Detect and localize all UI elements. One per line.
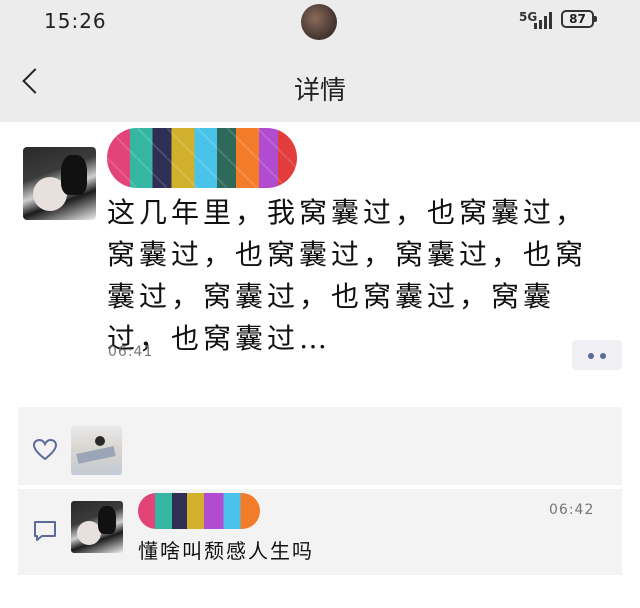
commenter-avatar[interactable] (71, 501, 123, 553)
username-redacted[interactable] (107, 128, 297, 188)
comment-time: 06:42 (549, 502, 595, 518)
commenter-name-redacted[interactable] (138, 493, 260, 529)
heart-icon (32, 438, 58, 461)
status-avatar (301, 4, 337, 40)
battery-icon: 87 (561, 10, 597, 28)
top-bar: 15:26 5G 87 详情 (0, 0, 640, 122)
comment-text: 懂啥叫颓感人生吗 (138, 539, 314, 563)
page-title: 详情 (293, 76, 346, 106)
more-button[interactable] (572, 340, 622, 370)
post-time: 06:41 (108, 344, 154, 360)
liker-avatar[interactable] (71, 426, 122, 475)
comment-icon (34, 521, 56, 541)
status-time: 15:26 (44, 9, 107, 33)
more-dots-icon (588, 353, 594, 359)
post-text: 这几年里，我窝囊过，也窝囊过，窝囊过，也窝囊过，窝囊过，也窝囊过，窝囊过，也窝囊… (107, 196, 588, 355)
avatar[interactable] (23, 147, 96, 220)
signal-icon (534, 11, 554, 29)
